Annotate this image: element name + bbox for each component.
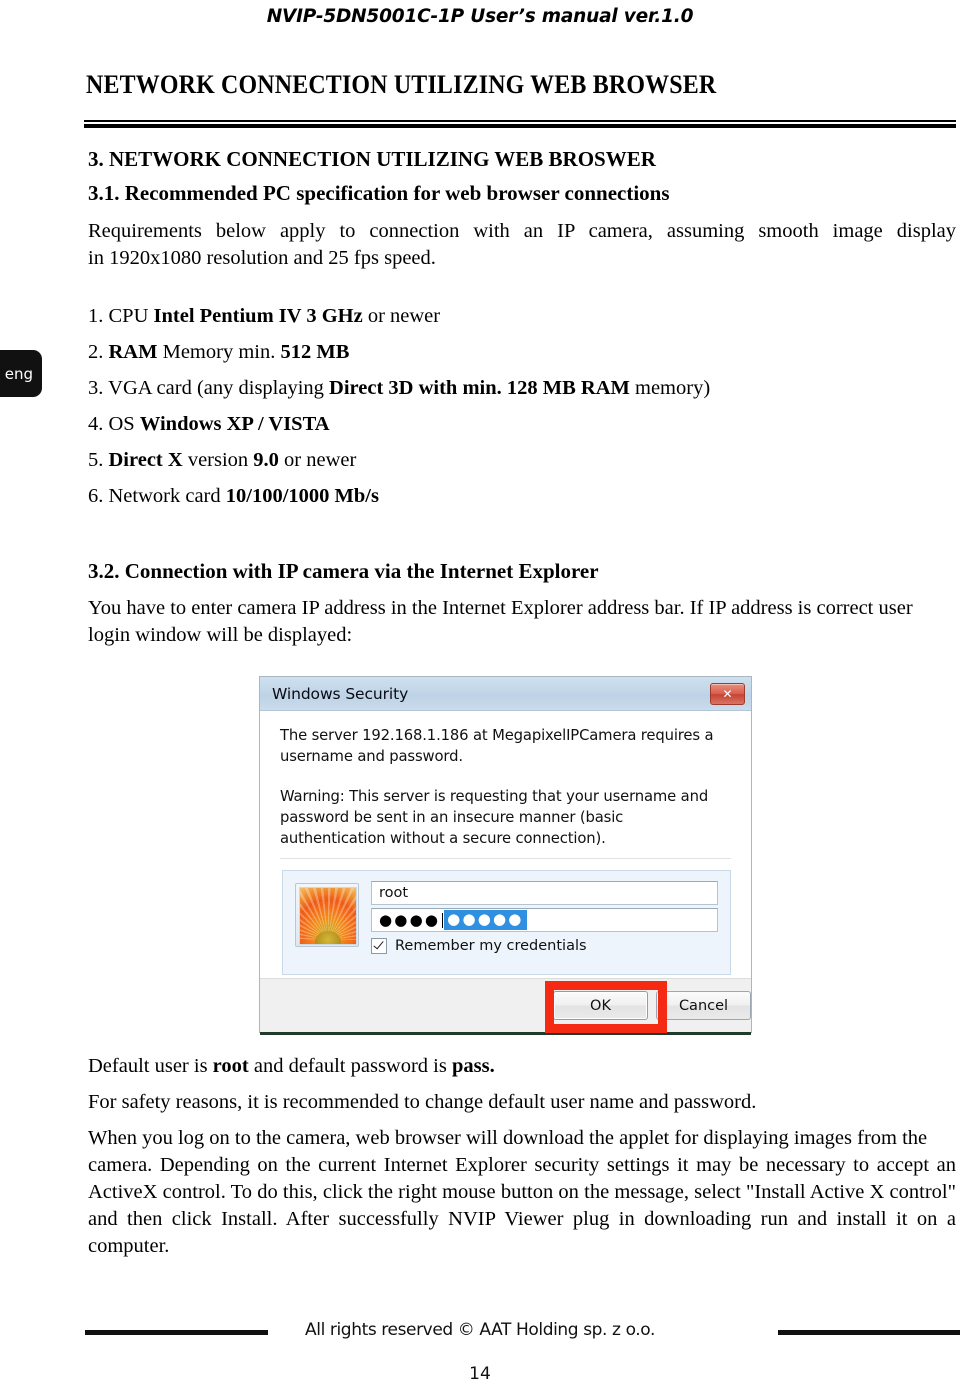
text-caret xyxy=(442,912,444,928)
requirement-text-post: or newer xyxy=(278,449,357,471)
remember-credentials-row[interactable]: Remember my credentials xyxy=(371,938,718,954)
requirement-item-6: 6. Network card 10/100/1000 Mb/s xyxy=(88,483,379,510)
requirement-text-bold: 10/100/1000 Mb/s xyxy=(225,485,379,507)
page-title: NETWORK CONNECTION UTILIZING WEB BROWSER xyxy=(86,70,717,99)
dialog-bottom-edge xyxy=(260,1032,751,1035)
section-3-heading: 3. NETWORK CONNECTION UTILIZING WEB BROS… xyxy=(88,147,656,171)
requirement-number: 5. xyxy=(88,449,104,471)
cancel-button-label: Cancel xyxy=(678,997,729,1014)
requirement-item-3: 3. VGA card (any displaying Direct 3D wi… xyxy=(88,375,710,402)
requirement-text-bold: Windows XP / VISTA xyxy=(139,413,330,435)
requirement-text-pre: CPU xyxy=(108,305,154,327)
section-3-2-intro-line-2: login window will be displayed: xyxy=(88,624,353,646)
cancel-button[interactable]: Cancel xyxy=(656,991,751,1020)
requirement-text-mid: version xyxy=(182,449,254,471)
section-3-2-intro-line-1: You have to enter camera IP address in t… xyxy=(88,597,913,619)
requirement-item-4: 4. OS Windows XP / VISTA xyxy=(88,411,330,438)
windows-security-dialog: Windows Security ✕ The server 192.168.1.… xyxy=(259,676,752,1035)
user-avatar xyxy=(295,883,359,947)
requirement-text-post: memory) xyxy=(629,377,711,399)
requirement-number: 4. xyxy=(88,413,104,435)
flower-icon xyxy=(299,887,357,945)
dialog-body: The server 192.168.1.186 at MegapixelIPC… xyxy=(260,711,751,849)
requirement-text-bold: Intel Pentium IV 3 GHz xyxy=(153,305,363,327)
requirement-number: 1. xyxy=(88,305,104,327)
checkbox-checked-icon[interactable] xyxy=(371,938,387,954)
close-icon[interactable]: ✕ xyxy=(710,682,745,705)
section-3-1-heading: 3.1. Recommended PC specification for we… xyxy=(88,181,670,205)
requirement-number: 2. xyxy=(88,341,104,363)
requirement-item-1: 1. CPU Intel Pentium IV 3 GHz or newer xyxy=(88,303,440,330)
language-tab-label: eng xyxy=(4,364,33,383)
ok-button-highlight-annotation xyxy=(545,981,667,1033)
note-activex-line-1: When you log on to the camera, web brows… xyxy=(88,1127,928,1149)
username-input[interactable]: root xyxy=(371,881,718,905)
username-value: root xyxy=(379,885,409,901)
requirement-text-pre: VGA card (any displaying xyxy=(108,377,330,399)
note-default-user: root xyxy=(212,1055,249,1077)
note-default-credentials: Default user is root and default passwor… xyxy=(88,1053,956,1080)
dialog-title: Windows Security xyxy=(272,684,409,703)
requirement-text-mid: Memory min. xyxy=(157,341,281,363)
requirement-text-bold-2: 512 MB xyxy=(280,341,350,363)
dialog-message-warning: Warning: This server is requesting that … xyxy=(280,788,709,847)
section-3-1-intro-line-1: Requirements below apply to connection w… xyxy=(88,220,956,242)
password-selected-text: ●●●●● xyxy=(444,910,527,930)
requirement-item-2: 2. RAM Memory min. 512 MB xyxy=(88,339,349,366)
requirement-text-bold: Direct X xyxy=(108,449,183,471)
footer-copyright: All rights reserved © AAT Holding sp. z … xyxy=(305,1320,655,1340)
password-input[interactable]: ●●●● ●●●●● xyxy=(371,908,718,932)
credential-fields: root ●●●● ●●●●● Remember my credentials xyxy=(371,881,718,954)
dialog-title-bar: Windows Security ✕ xyxy=(260,677,751,711)
dialog-message-server: The server 192.168.1.186 at MegapixelIPC… xyxy=(280,727,714,765)
requirement-text-post: or newer xyxy=(362,305,441,327)
password-masked-value: ●●●● xyxy=(379,910,441,929)
section-3-1-intro-line-2: in 1920x1080 resolution and 25 fps speed… xyxy=(88,247,436,269)
title-divider xyxy=(84,120,956,128)
credentials-panel: root ●●●● ●●●●● Remember my credentials xyxy=(282,870,731,975)
running-header: NVIP-5DN5001C-1P User’s manual ver.1.0 xyxy=(266,6,694,27)
requirement-text-pre: OS xyxy=(108,413,140,435)
note-activex-body: camera. Depending on the current Interne… xyxy=(88,1154,956,1257)
requirement-text-bold: Direct 3D with min. 128 MB RAM xyxy=(329,377,630,399)
requirement-item-5: 5. Direct X version 9.0 or newer xyxy=(88,447,356,474)
dialog-separator xyxy=(280,858,731,859)
page-number: 14 xyxy=(469,1364,491,1384)
requirement-text-pre: Network card xyxy=(108,485,226,507)
dialog-button-bar: OK Cancel xyxy=(260,978,751,1032)
language-tab-eng: eng xyxy=(0,350,42,397)
section-3-2-heading: 3.2. Connection with IP camera via the I… xyxy=(88,559,599,583)
requirement-text-bold: RAM xyxy=(108,341,158,363)
note-text-mid: and default password is xyxy=(248,1055,452,1077)
requirement-number: 6. xyxy=(88,485,104,507)
note-safety-recommendation: For safety reasons, it is recommended to… xyxy=(88,1091,757,1113)
requirement-number: 3. xyxy=(88,377,104,399)
requirement-text-bold-2: 9.0 xyxy=(253,449,279,471)
note-default-password: pass. xyxy=(451,1055,495,1077)
note-text-pre: Default user is xyxy=(88,1055,213,1077)
remember-credentials-label: Remember my credentials xyxy=(395,938,587,954)
divider-thick-line xyxy=(84,124,956,128)
